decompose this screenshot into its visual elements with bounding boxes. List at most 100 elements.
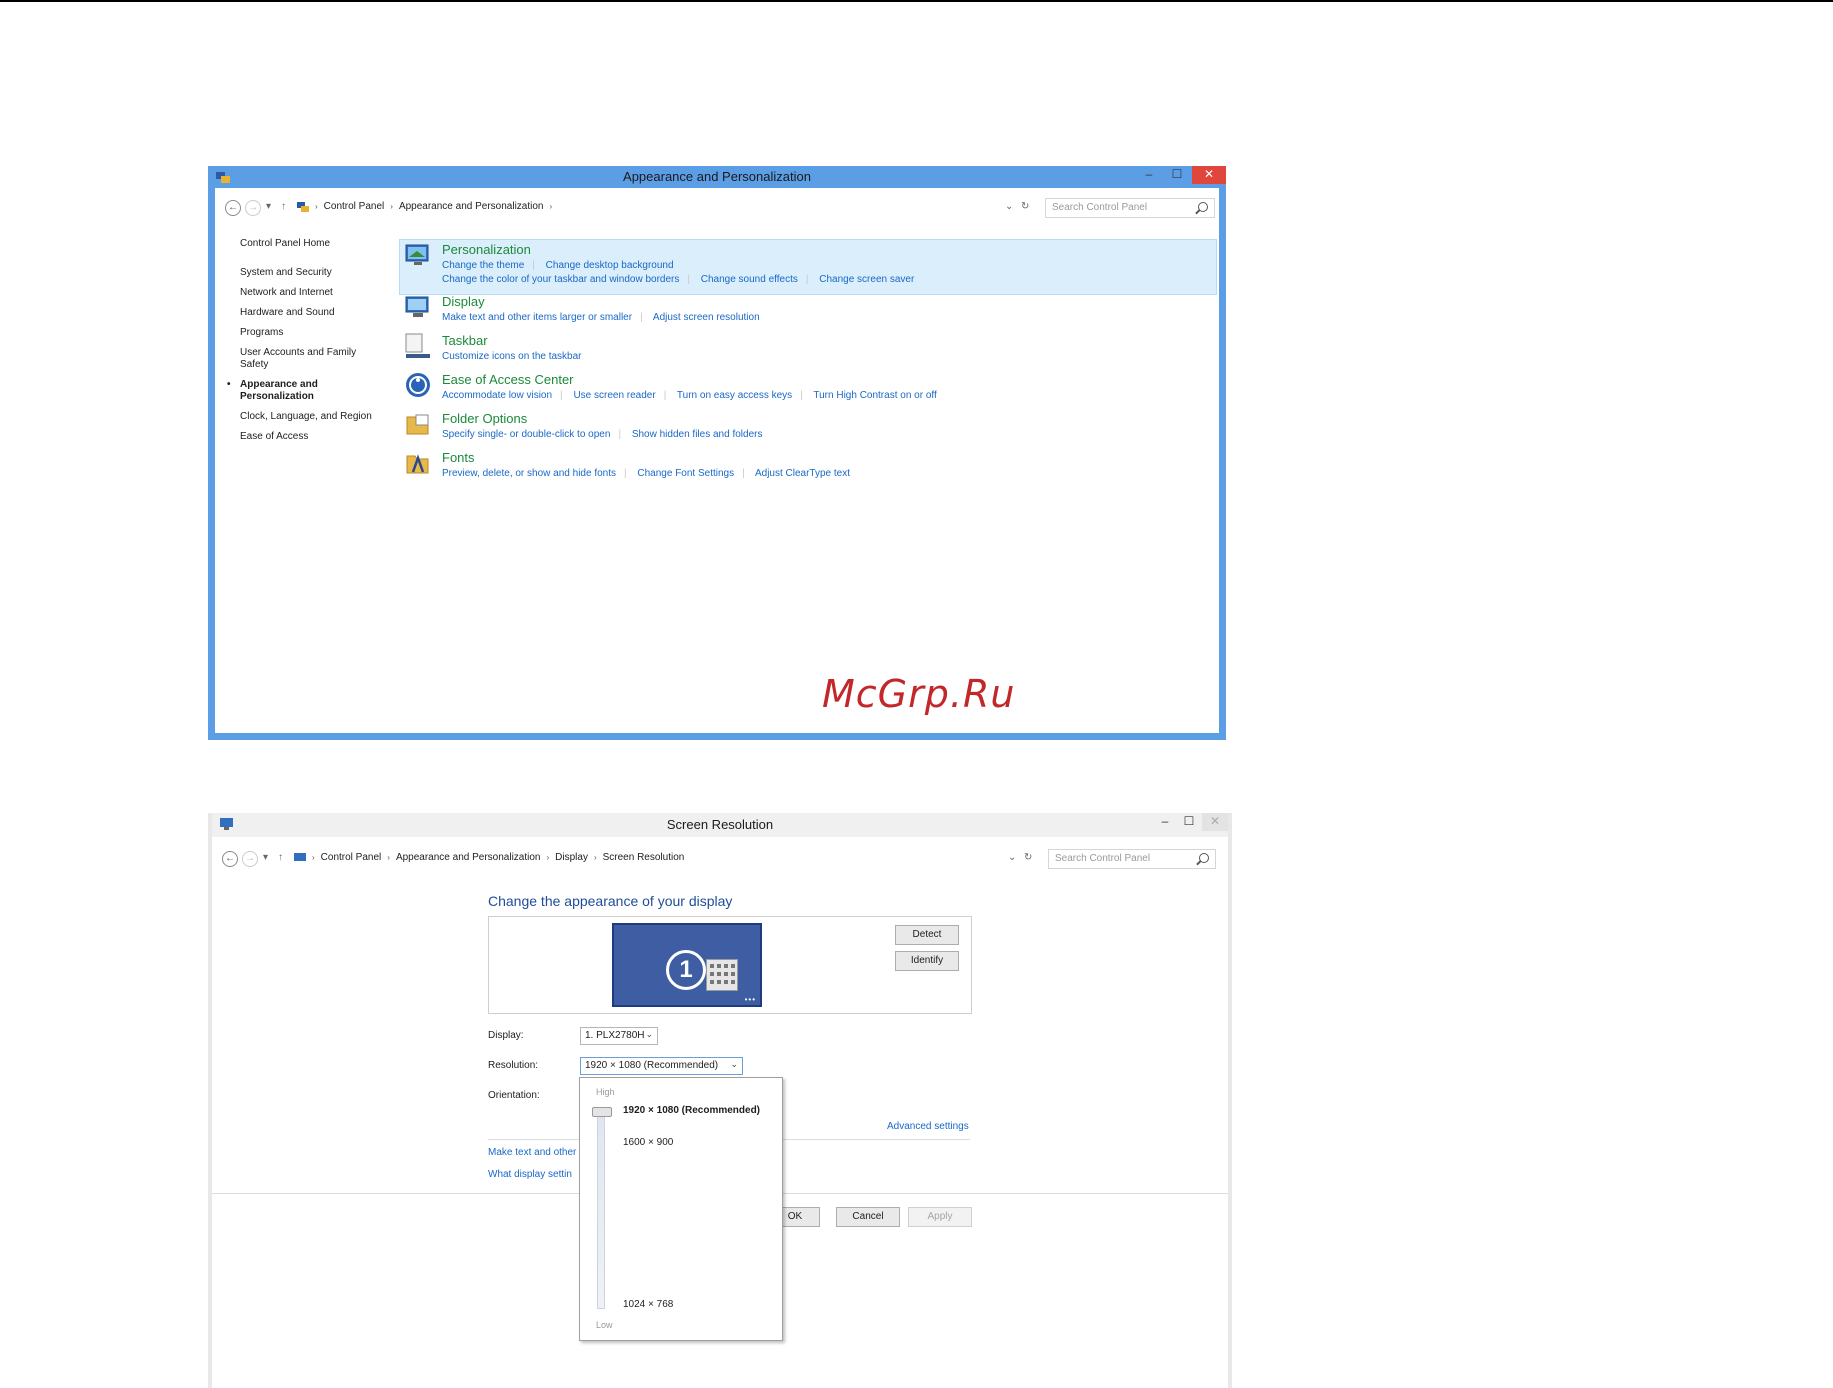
- link-easy-access-keys[interactable]: Turn on easy access keys: [677, 390, 792, 401]
- resolution-option[interactable]: 1024 × 768: [623, 1299, 673, 1310]
- sidebar-item-appearance[interactable]: Appearance and Personalization: [227, 379, 330, 403]
- page-title: Change the appearance of your display: [488, 893, 733, 909]
- link-change-desktop-background[interactable]: Change desktop background: [546, 260, 674, 271]
- control-panel-icon: [216, 172, 230, 183]
- link-adjust-cleartype[interactable]: Adjust ClearType text: [755, 468, 850, 479]
- resolution-slider-track[interactable]: [597, 1109, 605, 1309]
- breadcrumb-control-panel[interactable]: Control Panel: [321, 852, 382, 863]
- close-button[interactable]: ✕: [1202, 813, 1228, 831]
- sidebar-item-programs[interactable]: Programs: [240, 327, 390, 339]
- refresh-icon[interactable]: ↻: [1024, 852, 1032, 863]
- monitor-1-preview[interactable]: 1 •••: [612, 923, 762, 1007]
- fonts-title[interactable]: Fonts: [442, 450, 475, 465]
- sidebar: Control Panel Home System and Security N…: [227, 238, 390, 451]
- link-change-theme[interactable]: Change the theme: [442, 260, 524, 271]
- resolution-option[interactable]: 1600 × 900: [623, 1137, 673, 1148]
- recent-pages-chevron-icon[interactable]: ▾: [266, 201, 271, 212]
- apply-button[interactable]: Apply: [908, 1207, 972, 1227]
- window-titlebar[interactable]: Screen Resolution – ☐ ✕: [212, 813, 1228, 837]
- resolution-slider-thumb[interactable]: [592, 1107, 612, 1117]
- sidebar-item-clock-language[interactable]: Clock, Language, and Region: [240, 411, 390, 423]
- link-accommodate-low-vision[interactable]: Accommodate low vision: [442, 390, 552, 401]
- cancel-button[interactable]: Cancel: [836, 1207, 900, 1227]
- display-title[interactable]: Display: [442, 294, 485, 309]
- link-show-hidden-files[interactable]: Show hidden files and folders: [632, 429, 763, 440]
- address-dropdown-chevron-icon[interactable]: ⌄: [1008, 852, 1016, 863]
- resolution-option[interactable]: 1920 × 1080 (Recommended): [623, 1105, 760, 1116]
- taskbar-links: Customize icons on the taskbar: [442, 351, 590, 362]
- screen-resolution-window: Screen Resolution – ☐ ✕ ← → ▾ ↑ › Contro…: [208, 813, 1232, 1388]
- link-change-sound-effects[interactable]: Change sound effects: [701, 274, 798, 285]
- close-button[interactable]: ✕: [1192, 166, 1226, 184]
- make-text-larger-link[interactable]: Make text and other: [488, 1147, 576, 1158]
- monitor-taskbar-dots-icon: •••: [744, 995, 756, 1004]
- sidebar-item-hardware-sound[interactable]: Hardware and Sound: [240, 307, 390, 319]
- link-change-font-settings[interactable]: Change Font Settings: [637, 468, 734, 479]
- folder-options-icon: [406, 414, 429, 435]
- forward-arrow-icon[interactable]: →: [242, 851, 258, 867]
- keypad-icon: [706, 959, 738, 991]
- link-single-double-click[interactable]: Specify single- or double-click to open: [442, 429, 610, 440]
- link-make-text-larger[interactable]: Make text and other items larger or smal…: [442, 312, 632, 323]
- address-bar: ← → ▾ ↑ › Control Panel › Appearance and…: [218, 849, 1222, 871]
- breadcrumb: › Control Panel › Appearance and Persona…: [315, 201, 553, 212]
- folder-options-title[interactable]: Folder Options: [442, 411, 527, 426]
- resolution-select[interactable]: 1920 × 1080 (Recommended) ⌄: [580, 1057, 743, 1075]
- ease-of-access-title[interactable]: Ease of Access Center: [442, 372, 574, 387]
- display-settings-icon: [294, 853, 306, 861]
- resolution-value: 1920 × 1080 (Recommended): [585, 1060, 719, 1071]
- monitor-number: 1: [666, 950, 706, 990]
- resolution-label: Resolution:: [488, 1060, 539, 1071]
- search-input[interactable]: Search Control Panel: [1048, 849, 1216, 869]
- personalization-title[interactable]: Personalization: [442, 242, 531, 257]
- back-arrow-icon[interactable]: ←: [222, 851, 238, 867]
- forward-arrow-icon[interactable]: →: [245, 200, 261, 216]
- link-use-screen-reader[interactable]: Use screen reader: [573, 390, 655, 401]
- search-input[interactable]: Search Control Panel: [1045, 198, 1215, 218]
- appearance-personalization-window: Appearance and Personalization – ☐ ✕ ← →…: [208, 166, 1226, 740]
- recent-pages-chevron-icon[interactable]: ▾: [263, 852, 268, 863]
- link-preview-delete-fonts[interactable]: Preview, delete, or show and hide fonts: [442, 468, 616, 479]
- sidebar-item-system-security[interactable]: System and Security: [240, 267, 390, 279]
- address-dropdown-chevron-icon[interactable]: ⌄: [1005, 201, 1013, 212]
- taskbar-icon: [405, 333, 430, 358]
- breadcrumb-appearance[interactable]: Appearance and Personalization: [399, 201, 544, 212]
- breadcrumb-appearance[interactable]: Appearance and Personalization: [396, 852, 541, 863]
- taskbar-title[interactable]: Taskbar: [442, 333, 488, 348]
- refresh-icon[interactable]: ↻: [1021, 201, 1029, 212]
- monitor-preview-area: 1 ••• Detect Identify: [488, 916, 972, 1014]
- sidebar-item-network-internet[interactable]: Network and Internet: [240, 287, 390, 299]
- display-select[interactable]: 1. PLX2780H ⌄: [580, 1027, 658, 1045]
- minimize-button[interactable]: –: [1136, 166, 1162, 184]
- maximize-button[interactable]: ☐: [1176, 813, 1202, 831]
- link-change-screen-saver[interactable]: Change screen saver: [819, 274, 914, 285]
- display-settings-info-link[interactable]: What display settin: [488, 1169, 572, 1180]
- personalization-icon: [405, 244, 429, 265]
- up-arrow-icon[interactable]: ↑: [281, 201, 286, 212]
- search-icon[interactable]: [1198, 202, 1208, 212]
- breadcrumb-screen-resolution[interactable]: Screen Resolution: [603, 852, 685, 863]
- up-arrow-icon[interactable]: ↑: [278, 852, 283, 863]
- back-arrow-icon[interactable]: ←: [225, 200, 241, 216]
- personalization-links-row2: Change the color of your taskbar and win…: [442, 274, 915, 285]
- maximize-button[interactable]: ☐: [1164, 166, 1190, 184]
- link-change-taskbar-color[interactable]: Change the color of your taskbar and win…: [442, 274, 679, 285]
- advanced-settings-link[interactable]: Advanced settings: [887, 1121, 969, 1132]
- sidebar-item-ease-of-access[interactable]: Ease of Access: [240, 431, 390, 443]
- search-icon[interactable]: [1199, 853, 1209, 863]
- sidebar-item-user-accounts[interactable]: User Accounts and Family Safety: [240, 347, 358, 371]
- breadcrumb-display[interactable]: Display: [555, 852, 588, 863]
- window-titlebar[interactable]: Appearance and Personalization – ☐ ✕: [208, 166, 1226, 188]
- sidebar-home-link[interactable]: Control Panel Home: [240, 238, 390, 250]
- ease-of-access-links: Accommodate low vision | Use screen reade…: [442, 390, 937, 401]
- link-adjust-screen-resolution[interactable]: Adjust screen resolution: [653, 312, 760, 323]
- identify-button[interactable]: Identify: [895, 951, 959, 971]
- chevron-down-icon: ⌄: [730, 1059, 738, 1069]
- breadcrumb-control-panel[interactable]: Control Panel: [324, 201, 385, 212]
- link-customize-taskbar-icons[interactable]: Customize icons on the taskbar: [442, 351, 582, 362]
- control-panel-icon: [297, 202, 309, 212]
- resolution-dropdown: High 1920 × 1080 (Recommended) 1600 × 90…: [579, 1077, 783, 1341]
- link-high-contrast[interactable]: Turn High Contrast on or off: [813, 390, 936, 401]
- detect-button[interactable]: Detect: [895, 925, 959, 945]
- minimize-button[interactable]: –: [1152, 813, 1178, 831]
